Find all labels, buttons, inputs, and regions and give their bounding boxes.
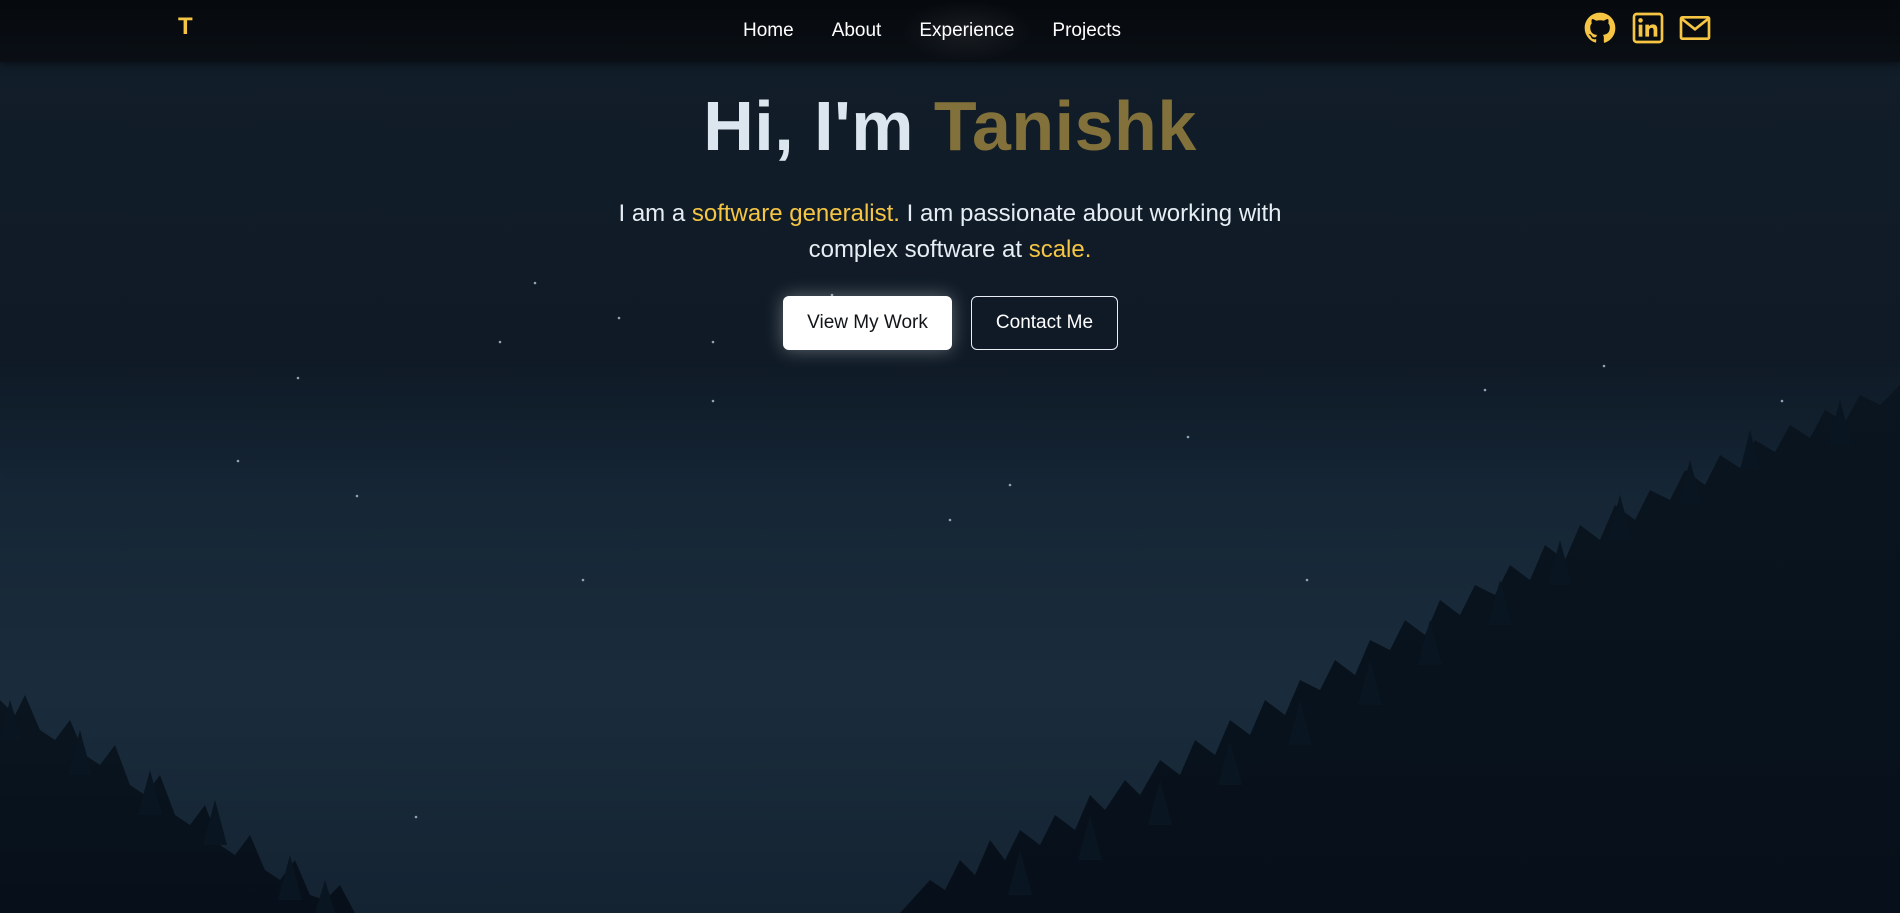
mail-icon [1679,16,1711,40]
github-link[interactable] [1584,12,1616,44]
top-navbar: T Home About Experience Projects [0,0,1900,62]
hero-desc-accent: scale. [1028,236,1092,263]
email-link[interactable] [1679,12,1711,44]
left-forest [0,695,355,913]
github-icon [1584,12,1616,43]
nav-link-home[interactable]: Home [724,0,813,62]
hero-greeting: Hi, I'm [703,87,934,165]
hero-description: I am a software generalist. I am passion… [600,196,1300,268]
contact-me-button[interactable]: Contact Me [971,296,1118,350]
hero-title: Hi, I'm Tanishk [0,86,1900,166]
nav-links: Home About Experience Projects [724,0,1140,62]
nav-link-experience[interactable]: Experience [900,0,1034,62]
view-my-work-button[interactable]: View My Work [783,296,952,350]
hero-name: Tanishk [933,87,1197,165]
site-logo[interactable]: T [178,13,193,41]
linkedin-icon [1632,12,1664,44]
nav-link-about[interactable]: About [813,0,901,62]
nav-link-projects[interactable]: Projects [1033,0,1140,62]
hero-desc-part: I am a [618,200,692,227]
hero-desc-accent: software generalist. [691,200,900,227]
linkedin-link[interactable] [1632,12,1664,44]
